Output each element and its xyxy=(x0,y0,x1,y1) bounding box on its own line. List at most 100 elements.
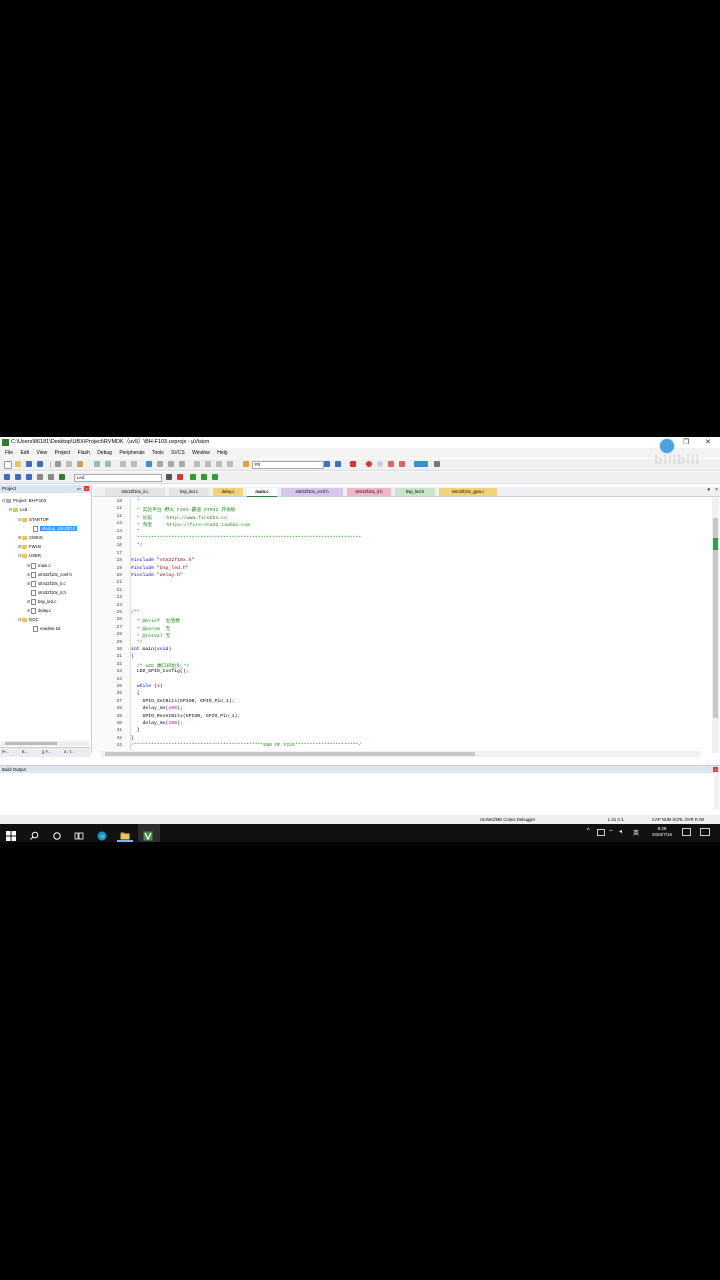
menu-project[interactable]: Project xyxy=(55,450,71,456)
file-startup[interactable]: startup_stm32f10 xyxy=(33,526,78,532)
indent-icon[interactable] xyxy=(194,461,200,467)
menu-window[interactable]: Window xyxy=(192,450,210,456)
paste-icon[interactable] xyxy=(77,461,83,467)
menu-peripherals[interactable]: Peripherals xyxy=(119,450,144,456)
run-time-env-icon[interactable] xyxy=(212,474,218,480)
code-line[interactable]: * @param 无 xyxy=(131,625,171,632)
code-line[interactable]: } xyxy=(131,736,134,741)
pin-icon[interactable]: ▭ xyxy=(77,485,81,493)
tab-templates[interactable]: 0↓ T... xyxy=(64,748,74,757)
battery-icon[interactable] xyxy=(597,829,605,836)
code-line[interactable]: } xyxy=(131,728,140,733)
edge-browser-icon[interactable] xyxy=(97,828,107,841)
build-close-icon[interactable]: × xyxy=(713,767,718,772)
cortana-icon[interactable] xyxy=(52,828,62,840)
new-file-icon[interactable] xyxy=(4,461,12,469)
find-icon[interactable] xyxy=(324,461,330,467)
show-desktop-icon[interactable] xyxy=(700,828,710,836)
bookmark-icon[interactable] xyxy=(146,461,152,467)
file-bsp-led[interactable]: ⊞ bsp_led.c xyxy=(27,599,56,605)
code-line[interactable]: * 实验平台:野火 F103-霸道 STM32 开发板 xyxy=(131,506,236,513)
code-line[interactable]: */ xyxy=(131,543,143,548)
editor-hscroll[interactable] xyxy=(101,751,701,757)
code-line[interactable]: * @retval 无 xyxy=(131,632,171,639)
comment-icon[interactable] xyxy=(216,461,222,467)
kill-breakpoints-icon[interactable] xyxy=(388,461,394,467)
panel-close-icon[interactable]: × xyxy=(84,486,89,491)
stop-build-icon[interactable] xyxy=(48,474,54,480)
disable-breakpoint-icon[interactable] xyxy=(377,461,383,467)
code-line[interactable]: delay_ms(100); xyxy=(131,706,183,711)
target-select[interactable]: Led xyxy=(74,474,162,482)
menu-view[interactable]: View xyxy=(36,450,47,456)
tab-functions[interactable]: {} F... xyxy=(42,748,51,757)
tray-expand-icon[interactable]: ^ xyxy=(587,828,590,834)
code-line[interactable]: */ xyxy=(131,640,143,645)
incremental-find-icon[interactable] xyxy=(335,461,341,467)
target-node[interactable]: ⊟ Led xyxy=(9,507,27,513)
find-combo[interactable]: P0 xyxy=(252,461,324,469)
undo-icon[interactable] xyxy=(94,461,100,467)
uncomment-icon[interactable] xyxy=(227,461,233,467)
tab-scroll-icon[interactable]: ▾ xyxy=(707,487,710,493)
code-line[interactable]: * 淘宝 :https://fire-stm32.taobao.com xyxy=(131,521,250,528)
menu-help[interactable]: Help xyxy=(217,450,227,456)
volume-icon[interactable]: ◂ xyxy=(619,828,622,835)
editor-tab[interactable]: bsp_led.h xyxy=(395,488,435,496)
batch-build-icon[interactable] xyxy=(37,474,43,480)
debug-session-icon[interactable] xyxy=(350,461,356,467)
tab-project[interactable]: Pr... xyxy=(2,748,9,757)
open-folder-icon[interactable] xyxy=(15,461,21,467)
code-line[interactable]: /** xyxy=(131,610,140,615)
nav-back-icon[interactable] xyxy=(120,461,126,467)
code-line[interactable]: /* LED 端口初始化 */ xyxy=(131,662,190,669)
pack-installer-icon[interactable] xyxy=(201,474,207,480)
build-vscroll[interactable] xyxy=(714,774,719,809)
target-options-icon[interactable] xyxy=(166,474,172,480)
select-packs-icon[interactable] xyxy=(190,474,196,480)
group-fwlb[interactable]: ⊞ FWLB xyxy=(18,544,41,550)
project-root[interactable]: ⊟ Project: BH-F103 xyxy=(2,498,46,504)
menu-tools[interactable]: Tools xyxy=(152,450,164,456)
editor-tab[interactable]: stm32f10x_conf.h xyxy=(281,488,343,496)
save-icon[interactable] xyxy=(26,461,32,467)
group-doc[interactable]: ⊟ DOC xyxy=(18,617,39,623)
menu-svcs[interactable]: SVCS xyxy=(171,450,185,456)
editor-vscroll[interactable] xyxy=(712,498,719,753)
search-icon[interactable] xyxy=(29,828,39,840)
code-line[interactable]: #include "stm32f10x.h" xyxy=(131,558,194,563)
menu-file[interactable]: File xyxy=(5,450,13,456)
find-in-files-icon[interactable] xyxy=(243,461,249,467)
menu-edit[interactable]: Edit xyxy=(20,450,29,456)
translate-icon[interactable] xyxy=(4,474,10,480)
code-line[interactable]: { xyxy=(131,654,134,659)
code-line[interactable]: int main(void) xyxy=(131,647,171,652)
menu-debug[interactable]: Debug xyxy=(97,450,112,456)
file-readme[interactable]: readme.txt xyxy=(33,626,60,632)
project-hscroll[interactable] xyxy=(1,741,89,746)
code-line[interactable]: GPIO_SetBits(GPIOB, GPIO_Pin_1); xyxy=(131,699,235,704)
nav-forward-icon[interactable] xyxy=(131,461,137,467)
menu-flash[interactable]: Flash xyxy=(78,450,90,456)
editor-tab[interactable]: stm32f10x_it.c xyxy=(105,488,165,496)
file-stm32f10x-it-h[interactable]: stm32f10x_it.h xyxy=(27,590,66,596)
code-line[interactable]: #include "bsp_led.h" xyxy=(131,566,189,571)
breakpoint-icon[interactable] xyxy=(366,461,372,467)
group-cmsis[interactable]: ⊞ CMSIS xyxy=(18,535,43,541)
windows-start-icon[interactable] xyxy=(6,828,16,841)
save-all-icon[interactable] xyxy=(37,461,43,467)
rebuild-icon[interactable] xyxy=(26,474,32,480)
editor-tab[interactable]: stm32f10x_gpio.c xyxy=(439,488,497,496)
code-line[interactable]: * xyxy=(131,499,140,504)
code-line[interactable]: * xyxy=(131,529,140,534)
editor-tab[interactable]: stm32f10x_it.h xyxy=(347,488,391,496)
file-stm32f10x-it-c[interactable]: ⊞ stm32f10x_it.c xyxy=(27,581,66,587)
editor-close-icon[interactable]: × xyxy=(715,487,718,493)
file-main-c[interactable]: ⊞ main.c xyxy=(27,563,51,569)
code-line[interactable]: while (1) xyxy=(131,684,163,689)
editor-tab[interactable]: main.c xyxy=(247,488,277,497)
code-line[interactable]: delay_ms(100); xyxy=(131,721,183,726)
code-line[interactable]: /***************************************… xyxy=(131,743,361,748)
manage-components-icon[interactable] xyxy=(177,474,183,480)
code-line[interactable]: * @brief 主函数 xyxy=(131,617,180,624)
